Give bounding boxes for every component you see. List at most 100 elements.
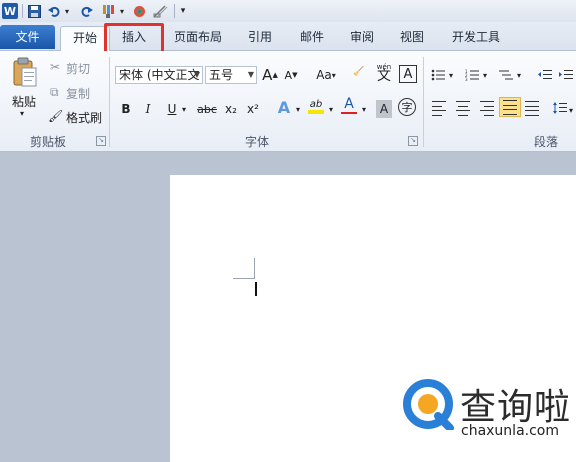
paste-button[interactable]: 粘贴: [12, 93, 36, 110]
line: [456, 110, 470, 111]
save-icon[interactable]: [27, 3, 41, 19]
tab-file[interactable]: 文件: [0, 25, 55, 49]
multilevel-list-icon[interactable]: [498, 66, 514, 84]
clear-formatting-button[interactable]: 🧹: [350, 63, 368, 81]
clear-icon[interactable]: [152, 3, 168, 19]
underline-button[interactable]: U: [165, 100, 179, 118]
painter-dropdown-icon[interactable]: ▾: [118, 3, 126, 19]
line: [525, 110, 539, 111]
line-spacing-icon[interactable]: [552, 99, 568, 117]
phonetic-label: 文: [377, 68, 391, 84]
highlight-button[interactable]: ab: [306, 97, 326, 115]
qat-separator: [22, 4, 23, 18]
highlight-label: ab: [309, 98, 323, 110]
bullets-icon[interactable]: [430, 66, 446, 84]
font-size-select[interactable]: 五号 ▼: [205, 66, 257, 84]
qat-separator: [174, 4, 175, 18]
clipboard-group-label: 剪贴板: [30, 135, 67, 149]
tab-review[interactable]: 审阅: [340, 26, 384, 49]
numbering-icon[interactable]: 123: [464, 66, 480, 84]
highlight-color-bar: [308, 109, 324, 114]
copy-button[interactable]: 复制: [66, 85, 90, 102]
text-cursor: [255, 282, 257, 296]
tab-page-layout[interactable]: 页面布局: [166, 26, 230, 49]
change-case-button[interactable]: Aa ▾: [313, 66, 339, 84]
shrink-font-label: A: [284, 68, 293, 82]
tab-home[interactable]: 开始: [60, 26, 110, 51]
line: [484, 114, 494, 115]
color-icon[interactable]: [132, 3, 146, 19]
line-spacing-dropdown-icon[interactable]: ▾: [567, 101, 575, 119]
subscript-button[interactable]: x₂: [222, 100, 240, 118]
cut-button[interactable]: 剪切: [66, 60, 90, 77]
bullets-dropdown-icon[interactable]: ▾: [447, 66, 455, 84]
line: [458, 105, 468, 106]
font-size-value: 五号: [209, 68, 234, 82]
line: [480, 110, 494, 111]
decrease-indent-icon[interactable]: [537, 66, 553, 84]
group-separator: [423, 57, 424, 147]
distributed-icon[interactable]: [524, 99, 540, 117]
grow-font-label: A: [262, 66, 273, 84]
bold-button[interactable]: B: [118, 100, 134, 118]
superscript-button[interactable]: x²: [244, 100, 262, 118]
character-shading-button[interactable]: A: [376, 100, 392, 118]
numbering-dropdown-icon[interactable]: ▾: [481, 66, 489, 84]
ribbon-tabs: 文件 开始 插入 页面布局 引用 邮件 审阅 视图 开发工具: [0, 22, 576, 51]
phonetic-guide-button[interactable]: wén 文: [373, 63, 395, 84]
italic-button[interactable]: I: [140, 100, 156, 118]
justify-icon[interactable]: [499, 97, 521, 117]
format-painter-button[interactable]: 格式刷: [66, 109, 102, 126]
tab-references[interactable]: 引用: [238, 26, 282, 49]
undo-dropdown-icon[interactable]: ▾: [63, 3, 71, 19]
multilevel-dropdown-icon[interactable]: ▾: [515, 66, 523, 84]
line: [525, 105, 539, 106]
align-center-icon[interactable]: [455, 99, 471, 117]
font-color-label: A: [344, 96, 354, 112]
line: [503, 109, 517, 110]
line: [432, 101, 446, 102]
enclose-characters-button[interactable]: 字: [398, 98, 416, 116]
tab-developer[interactable]: 开发工具: [442, 26, 510, 49]
redo-icon[interactable]: [79, 3, 93, 19]
customize-icon[interactable]: ▾: [178, 3, 188, 19]
insert-tab-highlight-box: [104, 23, 164, 54]
text-effect-button[interactable]: A: [275, 98, 293, 117]
word-app-icon[interactable]: W: [2, 3, 18, 19]
line: [432, 114, 442, 115]
group-separator: [109, 57, 110, 147]
clipboard-launcher-icon[interactable]: ↘: [96, 136, 106, 146]
format-painter-icon[interactable]: [100, 3, 116, 19]
quick-access-toolbar: W ▾ ▾ ▾: [0, 0, 576, 22]
line: [503, 100, 517, 101]
character-border-button[interactable]: A: [399, 65, 417, 83]
paste-dropdown-icon[interactable]: ▾: [20, 109, 24, 118]
ribbon-home: 粘贴 ▾ ✂ 剪切 ⧉ 复制 🖌 格式刷 剪贴板 ↘ 宋体 (中文正文 ▼ 五号…: [0, 51, 576, 152]
highlight-dropdown-icon[interactable]: ▾: [327, 100, 335, 118]
tab-view[interactable]: 视图: [390, 26, 434, 49]
line: [458, 114, 468, 115]
margin-crop-mark: [233, 278, 255, 279]
grow-font-button[interactable]: A ▲: [261, 66, 279, 84]
font-color-dropdown-icon[interactable]: ▾: [360, 100, 368, 118]
format-painter-brush-icon[interactable]: 🖌: [48, 109, 63, 123]
line: [503, 113, 517, 114]
paste-icon[interactable]: [12, 57, 37, 87]
text-effect-dropdown-icon[interactable]: ▾: [294, 100, 302, 118]
align-left-icon[interactable]: [432, 99, 448, 117]
undo-icon[interactable]: [47, 3, 61, 19]
font-launcher-icon[interactable]: ↘: [408, 136, 418, 146]
tab-mailings[interactable]: 邮件: [290, 26, 334, 49]
line: [432, 105, 442, 106]
font-family-select[interactable]: 宋体 (中文正文 ▼: [115, 66, 203, 84]
line: [503, 104, 517, 105]
increase-indent-icon[interactable]: [558, 66, 574, 84]
font-color-button[interactable]: A: [340, 96, 358, 114]
font-color-bar: [341, 112, 357, 114]
strikethrough-button[interactable]: abc: [195, 100, 219, 118]
copy-icon[interactable]: ⧉: [50, 85, 59, 100]
shrink-font-button[interactable]: A ▼: [282, 66, 300, 84]
align-right-icon[interactable]: [478, 99, 494, 117]
underline-dropdown-icon[interactable]: ▾: [180, 100, 188, 118]
cut-icon[interactable]: ✂: [50, 60, 60, 74]
